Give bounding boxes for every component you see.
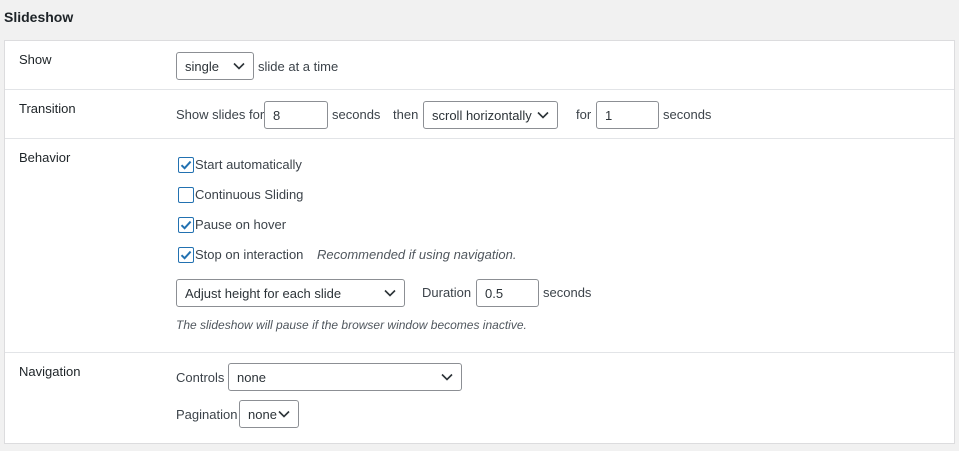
checkmark-icon [180, 160, 192, 170]
pagination-select[interactable]: none [239, 400, 299, 428]
navigation-label: Navigation [19, 364, 81, 379]
stop-on-interaction-label[interactable]: Stop on interaction [195, 247, 303, 263]
row-behavior: Behavior Start automatically Continuous … [5, 139, 954, 353]
transition-duration-input[interactable] [596, 101, 659, 129]
pagination-label: Pagination [176, 407, 238, 422]
chevron-down-icon [278, 410, 290, 418]
height-duration-input[interactable] [476, 279, 539, 307]
continuous-sliding-checkbox[interactable] [178, 187, 194, 203]
height-duration-unit: seconds [543, 285, 592, 300]
transition-seconds-1: seconds [332, 107, 381, 122]
chevron-down-icon [537, 111, 549, 119]
transition-effect-select[interactable]: scroll horizontally [423, 101, 558, 129]
row-transition: Transition Show slides for seconds then … [5, 90, 954, 139]
height-mode-value: Adjust height for each slide [185, 286, 342, 301]
behavior-label: Behavior [19, 150, 71, 165]
show-select-value: single [185, 59, 219, 74]
transition-seconds-2: seconds [663, 107, 712, 122]
transition-then: then [393, 107, 419, 122]
row-navigation: Navigation Controls none Pagination none [5, 353, 954, 443]
show-label: Show [19, 52, 52, 67]
chevron-down-icon [441, 373, 453, 381]
chevron-down-icon [384, 289, 396, 297]
section-title: Slideshow [4, 9, 74, 25]
show-select[interactable]: single [176, 52, 254, 80]
pause-on-hover-checkbox[interactable] [178, 217, 194, 233]
slide-duration-input[interactable] [264, 101, 328, 129]
start-automatically-checkbox[interactable] [178, 157, 194, 173]
checkmark-icon [180, 220, 192, 230]
controls-select-value: none [237, 370, 266, 385]
height-mode-select[interactable]: Adjust height for each slide [176, 279, 405, 307]
continuous-sliding-label[interactable]: Continuous Sliding [195, 187, 303, 203]
pagination-select-value: none [248, 407, 277, 422]
behavior-note: The slideshow will pause if the browser … [176, 318, 527, 332]
transition-effect-value: scroll horizontally [432, 108, 532, 123]
transition-prefix: Show slides for [176, 107, 265, 122]
slideshow-settings-panel: Show single slide at a time Transition S… [4, 40, 955, 444]
transition-label: Transition [19, 101, 76, 116]
start-automatically-label[interactable]: Start automatically [195, 157, 302, 173]
show-suffix: slide at a time [258, 59, 339, 74]
controls-label: Controls [176, 370, 225, 385]
stop-on-interaction-checkbox[interactable] [178, 247, 194, 263]
checkmark-icon [180, 250, 192, 260]
pause-on-hover-label[interactable]: Pause on hover [195, 217, 286, 233]
row-show: Show single slide at a time [5, 41, 954, 90]
chevron-down-icon [233, 62, 245, 70]
controls-select[interactable]: none [228, 363, 462, 391]
transition-for: for [576, 107, 592, 122]
height-duration-label: Duration [422, 285, 472, 300]
stop-on-interaction-hint: Recommended if using navigation. [317, 247, 517, 262]
